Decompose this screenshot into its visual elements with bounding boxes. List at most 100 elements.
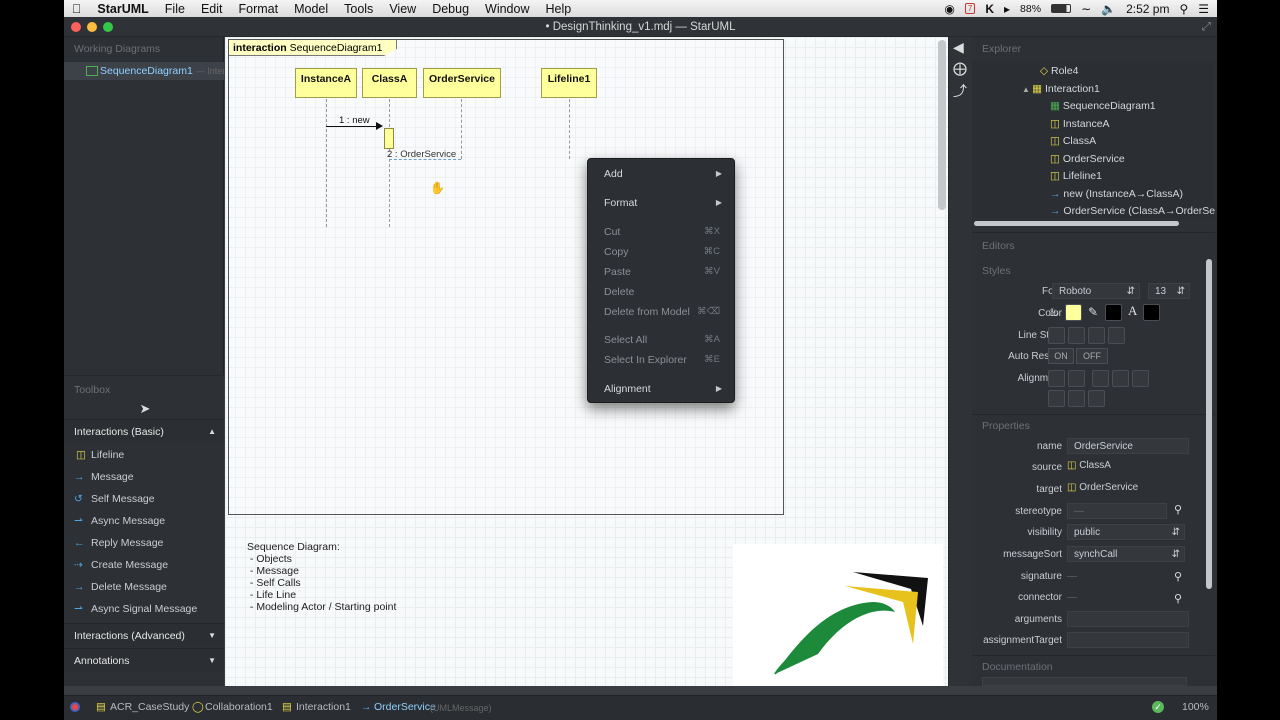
explorer-item-orderservice[interactable]: ◫ OrderService: [1050, 151, 1125, 169]
wifi-icon[interactable]: ∼: [1081, 2, 1091, 16]
close-window-button[interactable]: [71, 22, 81, 32]
toolbox-item-reply-message[interactable]: ← Reply Message: [64, 533, 224, 553]
tree-expand-icon[interactable]: ▲: [1022, 85, 1032, 94]
prop-assignmenttarget-input[interactable]: [1067, 632, 1189, 648]
explorer-item-lifeline1[interactable]: ◫ Lifeline1: [1050, 168, 1102, 186]
lifeline-lifeline1[interactable]: Lifeline1: [541, 68, 597, 98]
context-menu-select-in-explorer[interactable]: Select In Explorer ⌘E: [588, 351, 734, 369]
context-menu-select-all[interactable]: Select All ⌘A: [588, 331, 734, 349]
volume-icon[interactable]: 🔈: [1101, 2, 1116, 16]
note-text[interactable]: Sequence Diagram: - Objects - Message - …: [247, 541, 507, 613]
lifeline-instancea[interactable]: InstanceA: [295, 68, 357, 98]
line-style-oblique-icon[interactable]: [1068, 327, 1085, 344]
toolbox-category-advanced[interactable]: Interactions (Advanced) ▼: [64, 623, 224, 647]
align-left-icon[interactable]: [1092, 370, 1109, 387]
menu-tools[interactable]: Tools: [336, 2, 381, 16]
validation-ok-icon[interactable]: ✓: [1152, 701, 1164, 713]
menu-app-name[interactable]: StarUML: [89, 2, 156, 16]
prop-arguments-input[interactable]: [1067, 611, 1189, 627]
message-new-label[interactable]: 1 : new: [339, 115, 370, 126]
menu-view[interactable]: View: [381, 2, 424, 16]
line-color-swatch[interactable]: [1105, 304, 1122, 321]
search-icon[interactable]: ⚲: [1174, 570, 1182, 583]
documentation-textarea[interactable]: [982, 677, 1187, 686]
toolbox-item-async-message[interactable]: ⇀ Async Message: [64, 511, 224, 531]
vertical-scrollbar[interactable]: [938, 40, 946, 210]
explorer-item-message-new[interactable]: → new (InstanceA→ClassA): [1050, 186, 1183, 204]
align-top-icon[interactable]: [1048, 390, 1065, 407]
fill-bucket-icon[interactable]: ♨: [1048, 305, 1059, 319]
explorer-item-sequencediagram1[interactable]: ▦ SequenceDiagram1: [1050, 98, 1156, 116]
search-icon[interactable]: ⚲: [1174, 592, 1182, 605]
toolbox-category-annotations[interactable]: Annotations ▼: [64, 648, 224, 672]
explorer-h-scrollbar[interactable]: [974, 221, 1179, 226]
auto-resize-off-button[interactable]: OFF: [1076, 348, 1108, 364]
pen-icon[interactable]: ✎: [1088, 305, 1098, 319]
context-menu-delete-from-model[interactable]: Delete from Model ⌘⌫: [588, 303, 734, 321]
fullscreen-icon[interactable]: ⤢: [1202, 17, 1211, 37]
airplay-icon[interactable]: ▸: [1004, 2, 1010, 16]
toggle-panel-icon[interactable]: ◀: [953, 39, 964, 56]
toolbox-category-basic[interactable]: Interactions (Basic) ▲: [64, 419, 224, 443]
prop-connector-value[interactable]: —: [1067, 592, 1077, 603]
line-style-rounded-icon[interactable]: [1088, 327, 1105, 344]
message-new-line[interactable]: [326, 126, 381, 127]
prop-visibility-select[interactable]: public ⇵: [1067, 524, 1185, 540]
context-menu-paste[interactable]: Paste ⌘V: [588, 263, 734, 281]
battery-icon[interactable]: [1051, 4, 1072, 13]
explorer-item-interaction1[interactable]: ▲ ▦ Interaction1: [1022, 81, 1100, 99]
apple-icon[interactable]: : [64, 2, 89, 16]
fill-color-swatch[interactable]: [1065, 304, 1082, 321]
zoom-window-button[interactable]: [103, 22, 113, 32]
explorer-item-role4[interactable]: ◇ Role4: [1040, 63, 1078, 81]
k-app-icon[interactable]: K: [985, 2, 994, 16]
editors-scrollbar[interactable]: [1206, 259, 1212, 589]
notification-center-icon[interactable]: ☰: [1198, 2, 1209, 16]
prop-signature-value[interactable]: —: [1067, 571, 1077, 582]
menu-help[interactable]: Help: [538, 2, 580, 16]
diagram-canvas[interactable]: interaction SequenceDiagram1 InstanceA C…: [225, 37, 948, 686]
prop-target-value[interactable]: ◫ OrderService: [1067, 482, 1138, 493]
menu-model[interactable]: Model: [286, 2, 336, 16]
align-middle-icon[interactable]: [1068, 390, 1085, 407]
align-right-icon[interactable]: [1132, 370, 1149, 387]
line-style-curve-icon[interactable]: [1108, 327, 1125, 344]
app-status-icon[interactable]: [70, 702, 80, 712]
line-style-rectilinear-icon[interactable]: [1048, 327, 1065, 344]
font-select[interactable]: Roboto ⇵: [1052, 283, 1140, 299]
breadcrumb-interaction[interactable]: Interaction1: [296, 696, 351, 718]
minimize-window-button[interactable]: [87, 22, 97, 32]
message-orderservice-line[interactable]: [389, 159, 461, 160]
menu-debug[interactable]: Debug: [424, 2, 477, 16]
prop-source-value[interactable]: ◫ ClassA: [1067, 460, 1111, 471]
toolbox-item-message[interactable]: → Message: [64, 467, 224, 487]
toolbox-item-create-message[interactable]: ⇢ Create Message: [64, 555, 224, 575]
explorer-item-classa[interactable]: ◫ ClassA: [1050, 133, 1096, 151]
context-menu-delete[interactable]: Delete: [588, 283, 734, 301]
context-menu-copy[interactable]: Copy ⌘C: [588, 243, 734, 261]
toolbox-item-self-message[interactable]: ↺ Self Message: [64, 489, 224, 509]
pointer-tool-icon[interactable]: ➤: [136, 401, 154, 419]
context-menu-alignment[interactable]: Alignment ▶: [588, 380, 734, 398]
clock[interactable]: 2:52 pm: [1126, 2, 1169, 16]
zoom-level[interactable]: 100%: [1182, 696, 1209, 718]
breadcrumb-orderservice[interactable]: OrderService: [374, 696, 436, 718]
menu-file[interactable]: File: [157, 2, 193, 16]
auto-resize-on-button[interactable]: ON: [1048, 348, 1074, 364]
prop-name-input[interactable]: OrderService: [1067, 438, 1189, 454]
context-menu-add[interactable]: Add ▶: [588, 165, 734, 183]
align-center-icon[interactable]: [1112, 370, 1129, 387]
align-bottom-icon[interactable]: [1088, 390, 1105, 407]
explorer-item-message-orderservice[interactable]: → OrderService (ClassA→OrderServ: [1050, 203, 1215, 221]
working-diagram-item[interactable]: SequenceDiagram1 — Interact: [64, 62, 224, 80]
context-menu-format[interactable]: Format ▶: [588, 194, 734, 212]
record-icon[interactable]: ◉: [944, 2, 954, 16]
search-icon[interactable]: ⚲: [1174, 503, 1182, 516]
breadcrumb-project[interactable]: ACR_CaseStudy: [110, 696, 189, 718]
context-menu-cut[interactable]: Cut ⌘X: [588, 223, 734, 241]
font-color-icon[interactable]: A: [1128, 303, 1137, 319]
toolbox-item-delete-message[interactable]: → Delete Message: [64, 577, 224, 597]
font-color-swatch[interactable]: [1143, 304, 1160, 321]
lifeline-classa[interactable]: ClassA: [362, 68, 417, 98]
lifeline-orderservice[interactable]: OrderService: [423, 68, 501, 98]
